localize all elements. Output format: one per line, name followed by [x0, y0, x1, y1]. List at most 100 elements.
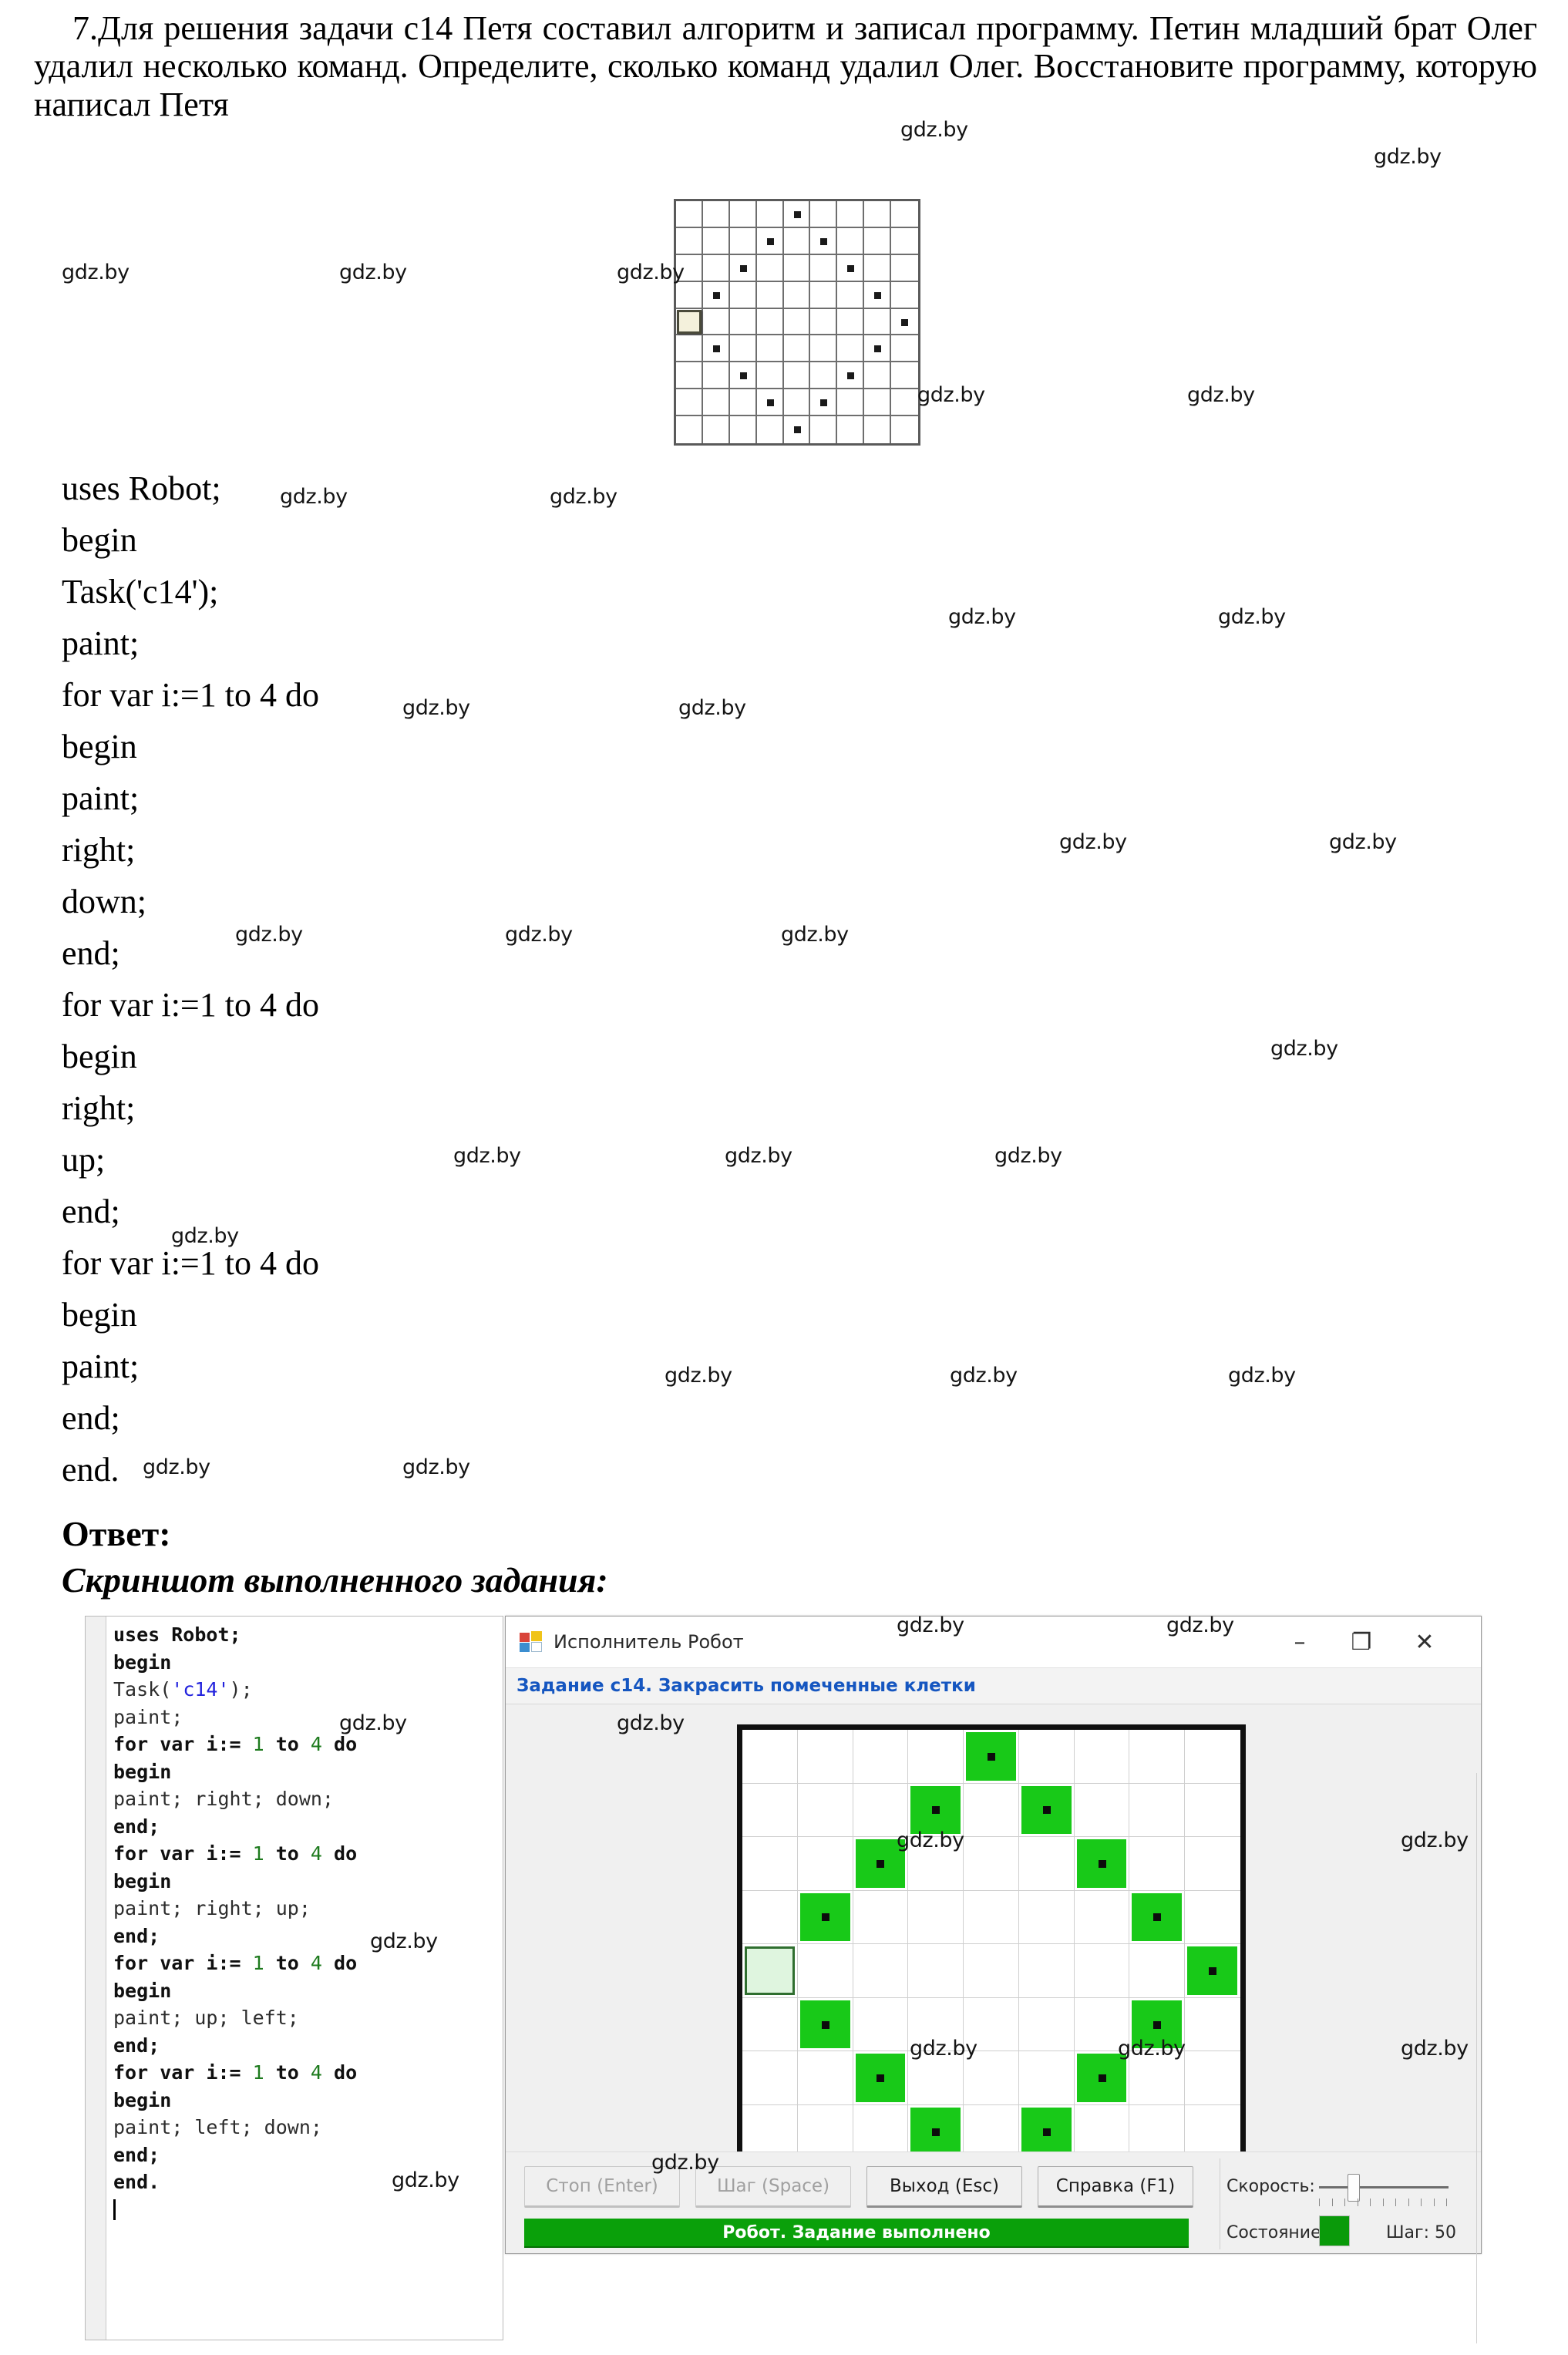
marked-cell-dot — [877, 1859, 885, 1868]
code-token: ); — [229, 1678, 253, 1701]
field-cell[interactable] — [797, 1730, 853, 1784]
marked-cell-dot — [820, 399, 828, 407]
field-cell[interactable] — [797, 1837, 853, 1891]
field-cell[interactable] — [1185, 2105, 1240, 2159]
grid-cell — [676, 362, 703, 390]
field-cell[interactable] — [908, 1890, 964, 1945]
field-cell[interactable] — [1129, 1944, 1186, 1998]
field-cell[interactable] — [742, 1997, 798, 2052]
marked-cell-dot — [712, 345, 720, 353]
field-cell[interactable] — [1018, 1890, 1075, 1945]
field-cell[interactable] — [964, 1783, 1019, 1838]
field-cell[interactable] — [742, 1730, 798, 1784]
field-cell[interactable] — [797, 1944, 853, 1998]
grid-cell — [729, 281, 757, 309]
speed-slider-track[interactable] — [1319, 2186, 1449, 2188]
field-cell[interactable] — [908, 1944, 964, 1998]
watermark: gdz.by — [1166, 1613, 1234, 1637]
program-line: paint; — [62, 1347, 140, 1385]
grid-cell — [729, 335, 757, 363]
field-cell[interactable] — [1185, 1784, 1240, 1838]
field-cell[interactable] — [853, 2104, 909, 2159]
robot-field-grid[interactable] — [737, 1724, 1246, 2218]
exit-button[interactable]: Выход (Esc) — [866, 2166, 1022, 2208]
code-token: end; — [113, 2034, 160, 2057]
field-cell[interactable] — [853, 1997, 909, 2052]
minimize-icon[interactable]: – — [1273, 1617, 1327, 1667]
field-cell[interactable] — [853, 1890, 909, 1945]
speed-slider-thumb[interactable] — [1348, 2174, 1360, 2202]
field-cell[interactable] — [797, 1783, 853, 1838]
field-cell[interactable] — [1018, 1997, 1075, 2052]
watermark: gdz.by — [781, 923, 849, 947]
marked-cell-dot — [821, 1913, 829, 1922]
grid-cell — [676, 416, 703, 443]
code-token: begin — [113, 1979, 172, 2002]
field-cell[interactable] — [1018, 1944, 1075, 1998]
field-cell[interactable] — [1185, 1891, 1240, 1945]
help-button[interactable]: Справка (F1) — [1038, 2166, 1193, 2208]
field-cell[interactable] — [1074, 1944, 1130, 1998]
close-icon[interactable]: ✕ — [1398, 1617, 1452, 1667]
field-cell[interactable] — [1185, 1837, 1240, 1891]
field-cell[interactable] — [853, 1944, 909, 1998]
field-cell[interactable] — [742, 1783, 798, 1838]
code-token: 4 — [310, 1952, 322, 1974]
code-token: 1 — [252, 1733, 264, 1755]
field-cell[interactable] — [1018, 2051, 1075, 2105]
grid-cell — [702, 201, 730, 228]
field-cell[interactable] — [797, 2051, 853, 2105]
field-cell[interactable] — [964, 1944, 1019, 1998]
field-cell[interactable] — [742, 2051, 798, 2105]
answer-label: Ответ: — [62, 1514, 171, 1553]
code-token: 4 — [310, 1842, 322, 1865]
field-cell[interactable] — [853, 1730, 909, 1784]
watermark: gdz.by — [910, 2037, 977, 2061]
statement-text: Для решения задачи с14 Петя составил алг… — [34, 9, 1537, 123]
field-cell[interactable] — [797, 2104, 853, 2159]
field-cell[interactable] — [1018, 1730, 1075, 1784]
grid-cell — [810, 254, 838, 282]
field-cell[interactable] — [1018, 1837, 1075, 1891]
code-token: begin — [113, 1760, 172, 1783]
editor-code-text[interactable]: uses Robot; begin Task('c14'); paint; for va… — [113, 1621, 500, 2223]
field-cell[interactable] — [1074, 1730, 1130, 1784]
field-cell[interactable] — [1074, 2104, 1130, 2159]
field-cell[interactable] — [1185, 2051, 1240, 2105]
grid-cell — [730, 416, 757, 443]
code-token: end; — [113, 2143, 160, 2166]
field-cell[interactable] — [964, 1890, 1019, 1945]
grid-cell — [756, 335, 784, 363]
field-cell[interactable] — [1129, 2104, 1186, 2159]
grid-cell — [783, 335, 811, 363]
field-cell[interactable] — [1074, 1783, 1130, 1838]
code-editor-pane[interactable]: uses Robot; begin Task('c14'); paint; for va… — [85, 1616, 503, 2340]
field-cell[interactable] — [1129, 1783, 1186, 1838]
maximize-icon[interactable]: ❐ — [1334, 1617, 1388, 1667]
grid-cell — [891, 282, 918, 309]
field-cell[interactable] — [742, 1837, 798, 1891]
slider-tick — [1331, 2199, 1333, 2206]
field-cell[interactable] — [1185, 1730, 1240, 1784]
field-cell[interactable] — [1185, 1998, 1240, 2052]
code-token: do — [321, 1952, 358, 1974]
field-cell[interactable] — [908, 1730, 964, 1784]
field-cell[interactable] — [964, 1837, 1019, 1891]
code-token: 1 — [252, 1842, 264, 1865]
program-line: for var i:=1 to 4 do — [62, 986, 319, 1024]
field-cell[interactable] — [742, 2104, 798, 2159]
grid-cell — [756, 201, 784, 228]
marked-cell-dot — [1153, 2020, 1162, 2029]
watermark: gdz.by — [339, 261, 407, 284]
watermark: gdz.by — [617, 1711, 685, 1735]
field-cell[interactable] — [1074, 1890, 1130, 1945]
watermark: gdz.by — [950, 1364, 1018, 1388]
field-cell[interactable] — [742, 1890, 798, 1945]
field-cell[interactable] — [1129, 1837, 1186, 1891]
code-line: for var i:= 1 to 4 do — [113, 1840, 500, 1868]
program-line: end; — [62, 1399, 120, 1437]
field-cell[interactable] — [964, 2104, 1019, 2159]
field-cell[interactable] — [1129, 1730, 1186, 1784]
code-token: 4 — [310, 2061, 322, 2084]
slider-tick — [1395, 2199, 1396, 2206]
